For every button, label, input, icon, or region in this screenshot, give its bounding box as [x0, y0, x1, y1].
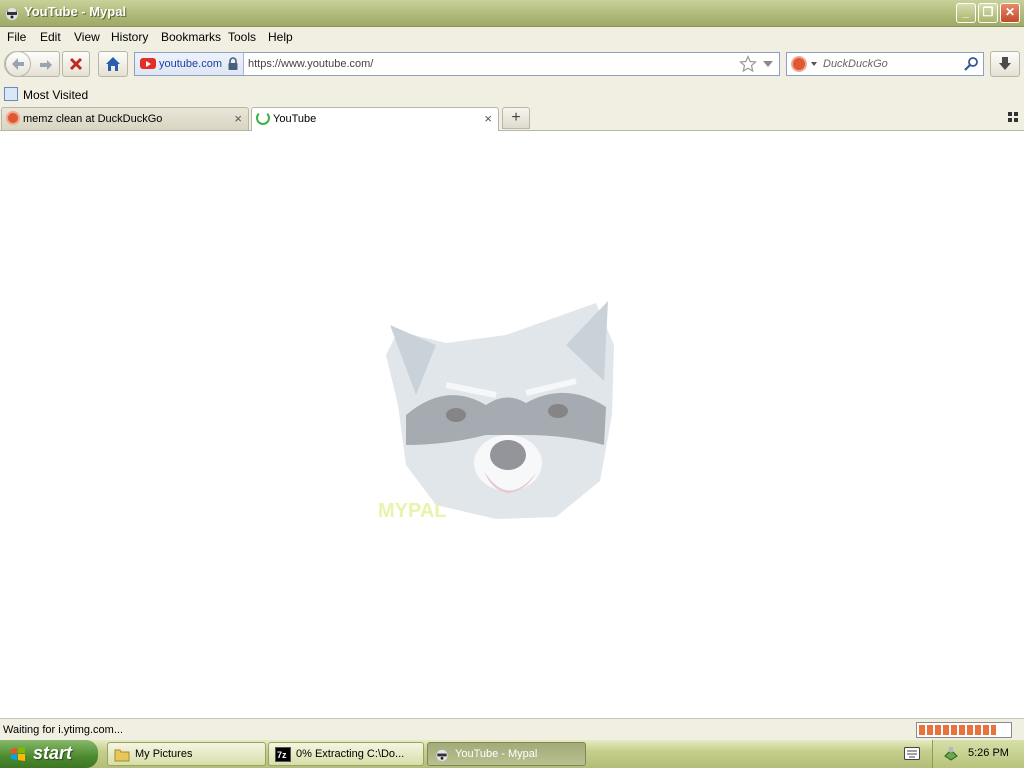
back-button[interactable]	[5, 51, 31, 77]
page-content: MYPAL	[0, 131, 1024, 718]
start-label: start	[33, 743, 73, 763]
folder-icon	[114, 749, 130, 762]
menu-bookmarks[interactable]: Bookmarks	[161, 30, 221, 44]
task-label: My Pictures	[135, 748, 193, 760]
menu-view[interactable]: View	[74, 30, 100, 44]
tab-close-icon[interactable]: ×	[234, 111, 242, 126]
menu-history[interactable]: History	[111, 30, 148, 44]
start-button[interactable]: start	[0, 740, 98, 768]
stop-button[interactable]	[62, 51, 90, 77]
url-history-dropdown-icon[interactable]	[763, 61, 773, 67]
maximize-button[interactable]: ❐	[978, 3, 998, 23]
menu-help[interactable]: Help	[268, 30, 293, 44]
windows-flag-icon	[11, 747, 25, 761]
duckduckgo-favicon-icon	[6, 111, 20, 125]
back-forward-group	[4, 51, 60, 77]
title-bar[interactable]: YouTube - Mypal _ ❐ ✕	[0, 0, 1024, 27]
task-label: YouTube - Mypal	[455, 748, 538, 760]
search-engine-dropdown-icon[interactable]	[811, 62, 817, 66]
raccoon-app-icon	[436, 749, 448, 762]
tab-close-icon[interactable]: ×	[484, 111, 492, 126]
menu-tools[interactable]: Tools	[228, 30, 256, 44]
menu-bar: File Edit View History Bookmarks Tools H…	[0, 27, 1024, 46]
mypal-raccoon-logo: MYPAL	[378, 301, 614, 522]
download-icon	[999, 57, 1011, 70]
tab-strip: memz clean at DuckDuckGo × YouTube × +	[0, 106, 1024, 131]
home-button[interactable]	[98, 51, 128, 77]
youtube-favicon-icon	[140, 58, 156, 69]
most-visited-icon	[4, 87, 18, 101]
bookmark-most-visited[interactable]: Most Visited	[23, 88, 88, 102]
svg-text:7z: 7z	[277, 750, 287, 760]
search-bar[interactable]: DuckDuckGo	[786, 52, 984, 76]
identity-host: youtube.com	[159, 58, 222, 70]
menu-file[interactable]: File	[7, 30, 26, 44]
search-placeholder: DuckDuckGo	[823, 58, 888, 70]
tab-label: memz clean at DuckDuckGo	[23, 113, 163, 125]
lock-icon	[228, 57, 238, 70]
close-button[interactable]: ✕	[1000, 3, 1020, 23]
taskbar-item-my-pictures[interactable]: My Pictures	[107, 742, 266, 766]
menu-edit[interactable]: Edit	[40, 30, 61, 44]
forward-arrow-icon[interactable]	[37, 56, 55, 74]
raccoon-app-icon	[6, 8, 18, 20]
loading-spinner-icon	[256, 111, 270, 125]
url-bar[interactable]: youtube.com https://www.youtube.com/	[134, 52, 780, 76]
keyboard-icon[interactable]	[904, 747, 920, 760]
duckduckgo-icon[interactable]	[791, 56, 807, 72]
7zip-icon: 7z	[275, 747, 291, 762]
site-identity-box[interactable]: youtube.com	[135, 53, 244, 75]
tab-label: YouTube	[273, 113, 317, 125]
page-load-progress-bar	[916, 722, 1012, 738]
task-label: 0% Extracting C:\Do...	[296, 748, 405, 760]
star-icon[interactable]	[739, 55, 757, 73]
minimize-button[interactable]: _	[956, 3, 976, 23]
window-title: YouTube - Mypal	[24, 4, 127, 19]
taskbar-item-mypal[interactable]: YouTube - Mypal	[427, 742, 586, 766]
url-text[interactable]: https://www.youtube.com/	[248, 58, 373, 70]
progress-fill	[919, 725, 996, 735]
bookmarks-toolbar: Most Visited	[0, 84, 1024, 106]
system-tray: 5:26 PM	[932, 740, 1024, 768]
safely-remove-hardware-icon[interactable]	[943, 746, 959, 762]
navigation-toolbar: youtube.com https://www.youtube.com/ Duc…	[0, 46, 1024, 84]
taskbar: start My Pictures 7z 0% Extracting C:\Do…	[0, 740, 1024, 768]
home-icon	[106, 57, 120, 71]
status-bar: Waiting for i.ytimg.com...	[0, 718, 1024, 741]
back-arrow-icon	[12, 58, 24, 70]
new-tab-button[interactable]: +	[502, 107, 530, 129]
search-icon[interactable]	[963, 56, 979, 72]
stop-icon	[69, 57, 83, 71]
status-text: Waiting for i.ytimg.com...	[3, 724, 124, 736]
tab-duckduckgo[interactable]: memz clean at DuckDuckGo ×	[1, 107, 249, 130]
tab-list-icon[interactable]	[1008, 112, 1018, 122]
mypal-watermark-text: MYPAL	[378, 500, 447, 522]
taskbar-item-7zip-extract[interactable]: 7z 0% Extracting C:\Do...	[268, 742, 424, 766]
tab-youtube[interactable]: YouTube ×	[251, 107, 499, 131]
clock[interactable]: 5:26 PM	[968, 747, 1009, 759]
downloads-button[interactable]	[990, 51, 1020, 77]
